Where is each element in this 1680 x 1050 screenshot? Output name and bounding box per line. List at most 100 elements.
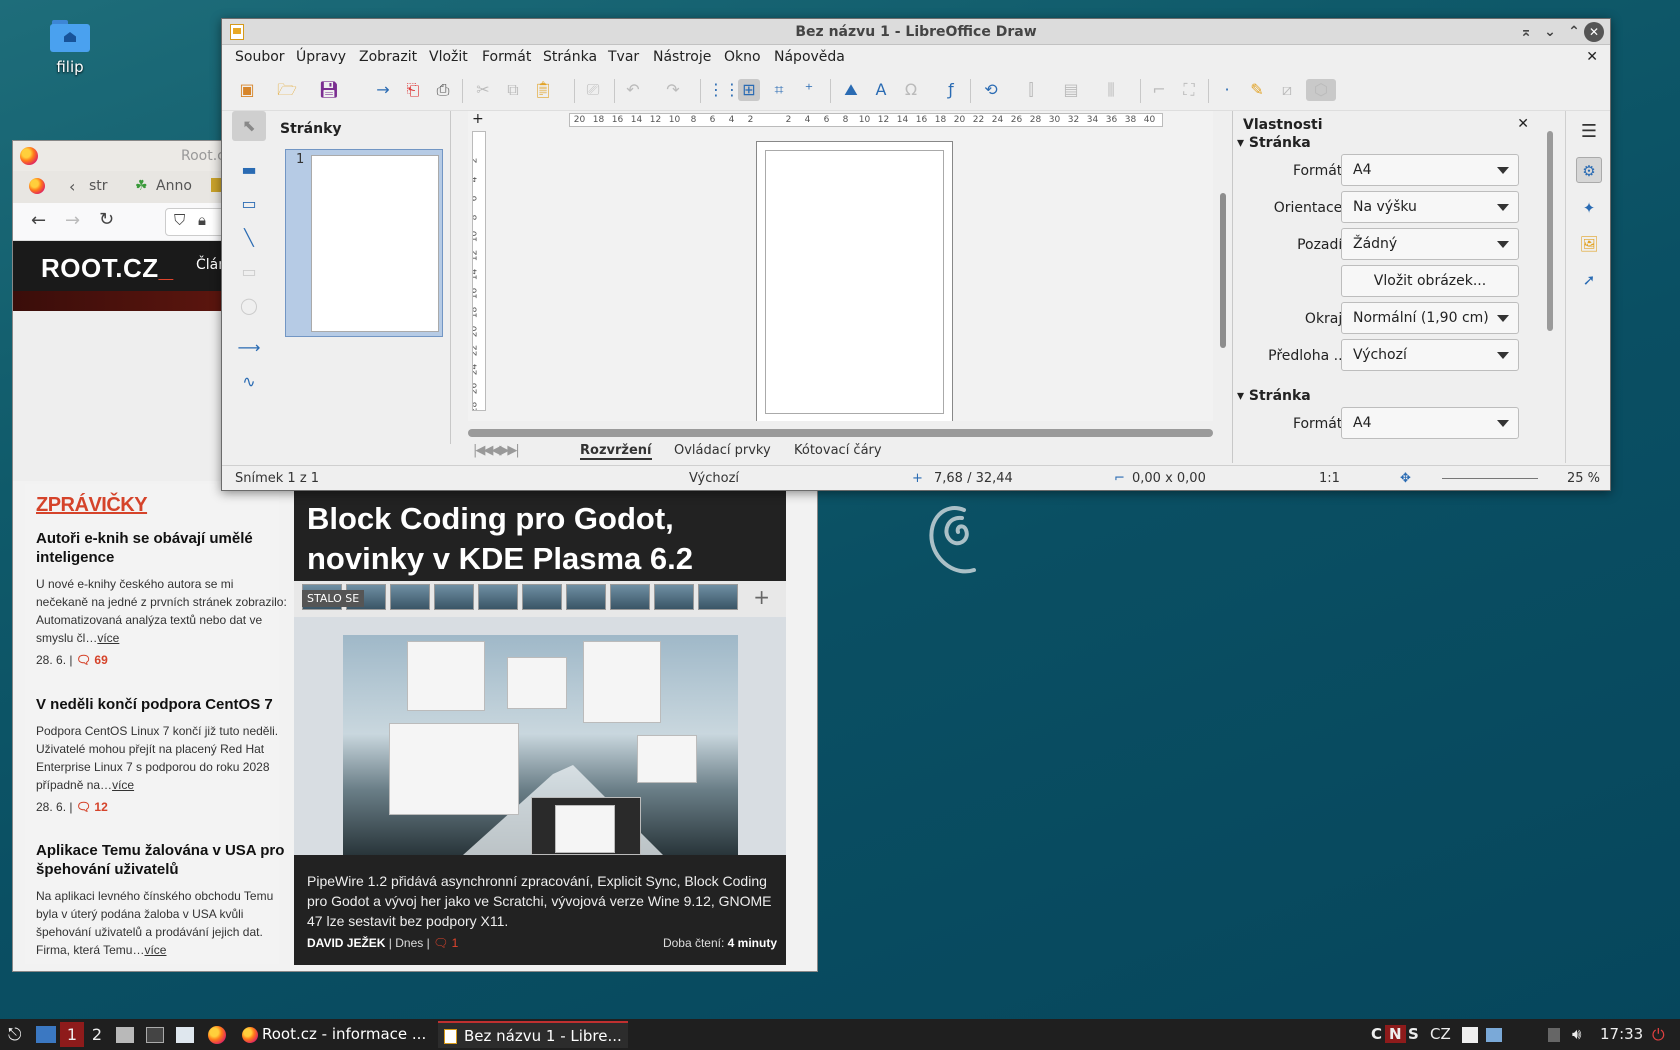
text-editor-icon[interactable] [176,1027,194,1043]
close-window-icon[interactable]: ✕ [1584,22,1604,42]
terminal-icon[interactable] [146,1027,164,1043]
tab-kotovaci-cary[interactable]: Kótovací čáry [794,443,882,458]
format-dropdown-2[interactable]: A4 [1341,407,1519,439]
format-dropdown[interactable]: A4 [1341,154,1519,186]
open-icon[interactable]: 🗁 [276,79,298,101]
insert-text-icon[interactable]: A [870,79,892,101]
menu-nastroje[interactable]: Nástroje [653,49,711,65]
paste-icon[interactable]: 📋︎ [532,79,554,101]
tab-rozvrzeni[interactable]: Rozvržení [580,443,652,460]
fontwork-icon[interactable]: ƒ [940,79,962,101]
gallery-deck-icon[interactable]: 🖼︎ [1576,231,1602,257]
print-icon[interactable]: ⎙ [432,79,454,101]
arrow-tool-icon[interactable]: ⟶ [232,333,266,363]
featured-article[interactable]: Block Coding pro Godot, novinky v KDE Pl… [294,481,786,965]
sidebar-scrollbar[interactable] [1547,131,1553,331]
copy-icon[interactable]: ⧉ [502,79,524,101]
show-desktop-icon[interactable] [36,1026,56,1043]
menu-zobrazit[interactable]: Zobrazit [359,49,417,65]
shield-icon[interactable]: ⛉ [174,211,185,229]
master-page-dropdown[interactable]: Výchozí [1341,339,1519,371]
comment-count[interactable]: 69 [94,653,107,667]
drawing-canvas[interactable]: + 20 18 16 14 12 10 8 6 4 2 2 4 6 8 10 12 14 16 18 20 22 24 26… [468,111,1213,421]
menu-okno[interactable]: Okno [724,49,761,65]
site-logo[interactable]: ROOT.CZ_ [41,253,174,284]
fit-page-icon[interactable]: ✥ [1400,471,1411,486]
category-badge[interactable]: STALO SE [302,590,365,607]
menu-napoveda[interactable]: Nápověda [774,49,845,65]
select-tool-icon[interactable]: ⬉ [232,111,266,141]
power-icon[interactable]: ⏻ [1652,1025,1665,1045]
properties-deck-icon[interactable]: ⚙ [1576,157,1602,183]
curve-tool-icon[interactable]: ∿ [232,367,266,397]
new-icon[interactable]: ▣ [236,79,258,101]
orientation-dropdown[interactable]: Na výšku [1341,191,1519,223]
vertical-scrollbar[interactable] [1220,193,1226,348]
more-link[interactable]: více [97,631,119,645]
redo-icon[interactable]: ↷ [662,79,684,101]
snap-guides-icon[interactable]: ⁺ [798,79,820,101]
sidebar-menu-icon[interactable]: ☰ [1576,119,1602,145]
line-color-icon[interactable]: ▬ [232,155,266,185]
status-zoom[interactable]: 25 % [1567,471,1600,486]
navigator-deck-icon[interactable]: ➚ [1576,267,1602,293]
align-icon[interactable]: ⫿ [1020,79,1042,101]
menu-vlozit[interactable]: Vložit [429,49,468,65]
status-layout[interactable]: Výchozí [689,471,739,486]
styles-deck-icon[interactable]: ✦ [1576,195,1602,221]
app-menu-icon[interactable]: ⎋ [8,1025,21,1045]
fill-color-icon[interactable]: ▭ [232,189,266,219]
close-document-icon[interactable]: ✕ [1586,49,1598,65]
notification-icon[interactable] [1486,1028,1502,1042]
clone-formatting-icon[interactable]: ⎚ [582,79,604,101]
featured-image[interactable]: + STALO SE [294,581,786,855]
menu-soubor[interactable]: Soubor [235,49,285,65]
comment-count[interactable]: 1 [452,936,459,950]
minimize-icon[interactable]: ⌄ [1540,22,1560,42]
drawing-page[interactable] [756,141,953,421]
ellipse-tool-icon[interactable]: ◯ [232,291,266,321]
clock[interactable]: 17:33 [1600,1025,1643,1043]
close-sidebar-icon[interactable]: ✕ [1517,116,1529,132]
lock-icon[interactable]: 🔒︎ [198,211,206,229]
featured-title[interactable]: Block Coding pro Godot, novinky v KDE Pl… [307,499,777,579]
transformations-icon[interactable]: ⟲ [980,79,1002,101]
menu-stranka[interactable]: Stránka [543,49,597,65]
author-name[interactable]: DAVID JEŽEK [307,936,385,950]
background-dropdown[interactable]: Žádný [1341,228,1519,260]
menu-tvar[interactable]: Tvar [608,49,639,65]
export-icon[interactable]: → [372,79,394,101]
save-icon[interactable]: 💾︎ [318,79,340,101]
page-thumbnail[interactable]: 1 [285,149,443,337]
crop-icon[interactable]: ⛶ [1178,79,1200,101]
tab-ovladaci-prvky[interactable]: Ovládací prvky [674,443,771,458]
battery-icon[interactable] [1548,1028,1560,1042]
section-stranka-2[interactable]: ▾ Stránka [1237,388,1527,404]
tab-item[interactable]: str [89,178,108,194]
cut-icon[interactable]: ✂ [472,79,494,101]
layer-nav-icons[interactable]: |◀◀◀▶▶| [473,443,520,458]
distribute-icon[interactable]: ⫼ [1100,79,1122,101]
file-manager-icon[interactable] [116,1027,134,1043]
section-stranka[interactable]: ▾ Stránka [1237,135,1527,151]
shadow-icon[interactable]: ⌐ [1148,79,1170,101]
arrange-icon[interactable]: ▤ [1060,79,1082,101]
clipboard-icon[interactable] [1462,1027,1478,1043]
rectangle-tool-icon[interactable]: ▭ [232,257,266,287]
keep-above-icon[interactable]: ⌅ [1516,22,1536,42]
home-folder-desktop-icon[interactable]: filip [40,18,100,76]
more-link[interactable]: více [144,943,166,957]
news-heading[interactable]: ZPRÁVIČKY [36,494,148,517]
show-draw-functions-icon[interactable]: ⬡ [1306,79,1336,101]
insert-image-icon[interactable]: ⛰ [840,79,862,101]
tab-scroll-left-icon[interactable]: ‹ [69,177,75,196]
forward-icon[interactable]: → [65,210,80,231]
menu-upravy[interactable]: Úpravy [296,49,346,65]
glue-points-icon[interactable]: ✎ [1246,79,1268,101]
insert-image-button[interactable]: Vložit obrázek... [1341,265,1519,297]
volume-icon[interactable]: 🔊︎ [1572,1025,1581,1043]
comment-count[interactable]: 12 [94,800,107,814]
back-icon[interactable]: ← [31,210,46,231]
news-title[interactable]: Autoři e-knih se obávají umělé inteligen… [36,529,288,567]
undo-icon[interactable]: ↶ [622,79,644,101]
